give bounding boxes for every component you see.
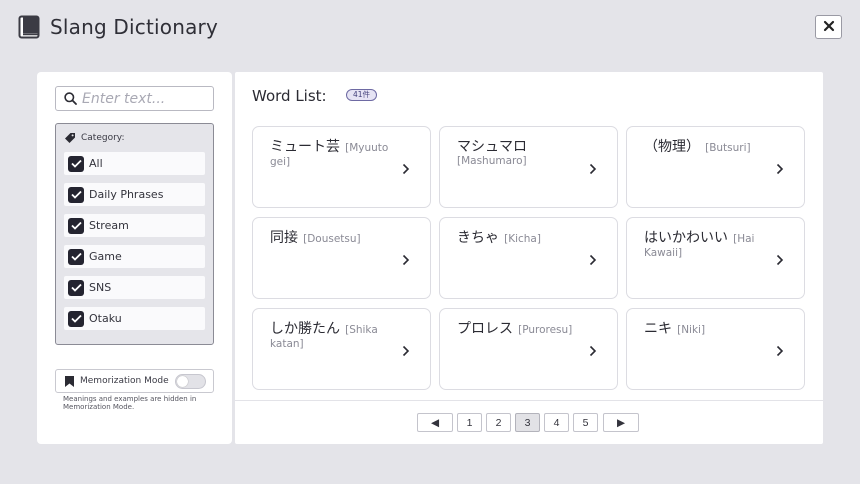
page-button-4[interactable]: 4 bbox=[544, 413, 569, 432]
category-item-daily-phrases[interactable]: Daily Phrases bbox=[64, 183, 205, 206]
category-header: Category: bbox=[64, 132, 125, 144]
word-card-word: ミュート芸 bbox=[270, 139, 340, 155]
word-count-badge: 41件 bbox=[346, 89, 378, 101]
chevron-right-icon bbox=[589, 163, 597, 175]
word-card-word: マシュマロ bbox=[457, 139, 527, 155]
chevron-right-icon bbox=[776, 163, 784, 175]
word-card[interactable]: ニキ [Niki] bbox=[626, 308, 805, 390]
search-input[interactable] bbox=[82, 90, 207, 107]
category-item-label: Game bbox=[89, 250, 122, 263]
word-list-heading: Word List: bbox=[252, 87, 327, 105]
word-card-reading: [Kicha] bbox=[504, 233, 541, 245]
word-card-text: マシュマロ [Mashumaro] bbox=[457, 140, 587, 167]
word-card-reading: [Puroresu] bbox=[518, 324, 573, 336]
word-card[interactable]: きちゃ [Kicha] bbox=[439, 217, 618, 299]
category-item-stream[interactable]: Stream bbox=[64, 214, 205, 237]
category-checkbox[interactable] bbox=[68, 186, 84, 203]
category-item-all[interactable]: All bbox=[64, 152, 205, 175]
word-card-word: プロレス bbox=[457, 321, 513, 337]
pagination-divider bbox=[235, 400, 823, 401]
word-card[interactable]: 同接 [Dousetsu] bbox=[252, 217, 431, 299]
word-card-word: はいかわいい bbox=[644, 230, 728, 246]
memorization-mode: Memorization Mode bbox=[55, 369, 214, 393]
search-box[interactable] bbox=[55, 86, 214, 111]
word-card-text: しか勝たん [Shika katan] bbox=[270, 322, 400, 350]
book-icon bbox=[18, 15, 40, 39]
memorization-note: Meanings and examples are hidden in Memo… bbox=[63, 395, 197, 411]
word-card-word: （物理） bbox=[644, 139, 700, 155]
category-item-sns[interactable]: SNS bbox=[64, 276, 205, 299]
category-item-label: SNS bbox=[89, 281, 112, 294]
chevron-right-icon bbox=[589, 254, 597, 266]
close-icon bbox=[823, 20, 835, 35]
word-card-reading: [Mashumaro] bbox=[457, 155, 527, 167]
app-title: Slang Dictionary bbox=[50, 15, 219, 39]
prev-page-button[interactable]: ◀ bbox=[417, 413, 453, 432]
page-button-3[interactable]: 3 bbox=[515, 413, 540, 432]
word-card-word: きちゃ bbox=[457, 230, 499, 246]
word-card-reading: [Butsuri] bbox=[705, 142, 751, 154]
category-filter: Category: All Daily Phrases Stream Game bbox=[55, 123, 214, 345]
page-button-2[interactable]: 2 bbox=[486, 413, 511, 432]
word-card[interactable]: プロレス [Puroresu] bbox=[439, 308, 618, 390]
category-item-otaku[interactable]: Otaku bbox=[64, 307, 205, 330]
app-header: Slang Dictionary bbox=[18, 12, 218, 42]
word-card-reading: [Dousetsu] bbox=[303, 233, 361, 245]
word-card-text: ミュート芸 [Myuuto gei] bbox=[270, 140, 400, 168]
page-button-5[interactable]: 5 bbox=[573, 413, 598, 432]
word-list-panel: Word List: 41件 ミュート芸 [Myuuto gei] マシュマロ … bbox=[235, 72, 823, 444]
word-card[interactable]: マシュマロ [Mashumaro] bbox=[439, 126, 618, 208]
word-card-word: 同接 bbox=[270, 230, 298, 246]
chevron-right-icon bbox=[402, 345, 410, 357]
category-label: Category: bbox=[81, 133, 125, 143]
category-item-label: Stream bbox=[89, 219, 129, 232]
word-card-word: しか勝たん bbox=[270, 321, 340, 337]
word-card-text: 同接 [Dousetsu] bbox=[270, 231, 400, 245]
toggle-knob bbox=[177, 376, 188, 387]
category-item-label: Otaku bbox=[89, 312, 122, 325]
chevron-right-icon bbox=[589, 345, 597, 357]
close-button[interactable] bbox=[815, 15, 842, 39]
chevron-right-icon bbox=[776, 345, 784, 357]
bookmark-icon bbox=[64, 375, 75, 388]
memorization-toggle[interactable] bbox=[175, 374, 206, 389]
page-button-1[interactable]: 1 bbox=[457, 413, 482, 432]
next-page-button[interactable]: ▶ bbox=[603, 413, 639, 432]
word-card[interactable]: （物理） [Butsuri] bbox=[626, 126, 805, 208]
word-card-text: （物理） [Butsuri] bbox=[644, 140, 774, 154]
word-card-text: ニキ [Niki] bbox=[644, 322, 774, 336]
search-icon bbox=[64, 92, 77, 105]
category-checkbox[interactable] bbox=[68, 217, 84, 234]
word-card-text: プロレス [Puroresu] bbox=[457, 322, 587, 336]
category-item-label: Daily Phrases bbox=[89, 188, 164, 201]
category-item-label: All bbox=[89, 157, 103, 170]
word-card-text: はいかわいい [Hai Kawaii] bbox=[644, 231, 774, 259]
word-card[interactable]: ミュート芸 [Myuuto gei] bbox=[252, 126, 431, 208]
category-checkbox[interactable] bbox=[68, 155, 84, 172]
word-card[interactable]: しか勝たん [Shika katan] bbox=[252, 308, 431, 390]
filter-panel: Category: All Daily Phrases Stream Game bbox=[37, 72, 232, 444]
category-checkbox[interactable] bbox=[68, 248, 84, 265]
chevron-right-icon bbox=[776, 254, 784, 266]
word-card-word: ニキ bbox=[644, 321, 672, 337]
category-item-game[interactable]: Game bbox=[64, 245, 205, 268]
category-checkbox[interactable] bbox=[68, 310, 84, 327]
word-card[interactable]: はいかわいい [Hai Kawaii] bbox=[626, 217, 805, 299]
word-card-reading: [Niki] bbox=[677, 324, 706, 336]
chevron-right-icon bbox=[402, 163, 410, 175]
category-checkbox[interactable] bbox=[68, 279, 84, 296]
word-card-text: きちゃ [Kicha] bbox=[457, 231, 587, 245]
chevron-right-icon bbox=[402, 254, 410, 266]
tag-icon bbox=[64, 132, 76, 144]
memorization-label: Memorization Mode bbox=[80, 376, 169, 386]
